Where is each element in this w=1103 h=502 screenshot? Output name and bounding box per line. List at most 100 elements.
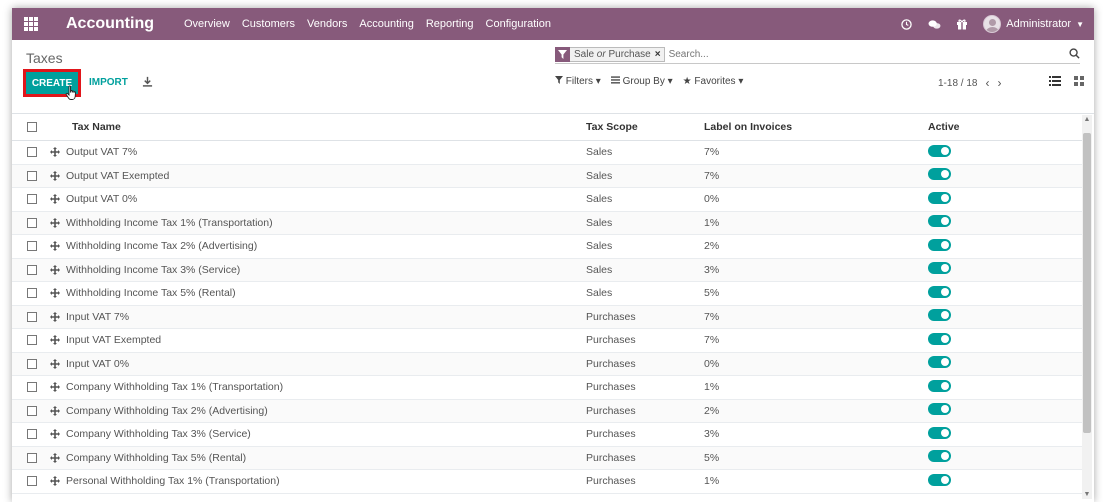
table-row[interactable]: Input VAT Exempted Purchases 7% <box>12 329 1082 353</box>
cell-tax-name[interactable]: Output VAT Exempted <box>62 170 586 182</box>
table-row[interactable]: Company Withholding Tax 2% (Advertising)… <box>12 399 1082 423</box>
row-checkbox[interactable] <box>27 405 37 416</box>
pager-previous-icon[interactable]: ‹ <box>985 76 989 90</box>
cell-tax-name[interactable]: Withholding Income Tax 2% (Advertising) <box>62 240 586 252</box>
active-toggle[interactable] <box>928 450 951 463</box>
drag-handle-icon[interactable] <box>48 429 62 440</box>
row-checkbox[interactable] <box>27 335 37 346</box>
cell-tax-scope[interactable]: Purchases <box>586 428 704 440</box>
drag-handle-icon[interactable] <box>48 241 62 252</box>
row-checkbox[interactable] <box>27 170 37 181</box>
row-checkbox[interactable] <box>27 147 37 158</box>
activity-clock-icon[interactable] <box>899 17 913 31</box>
drag-handle-icon[interactable] <box>48 288 62 299</box>
table-row[interactable]: Output VAT 0% Sales 0% <box>12 188 1082 212</box>
user-menu[interactable]: Administrator ▼ <box>983 15 1084 33</box>
cell-label-on-invoices[interactable]: 0% <box>704 358 928 370</box>
import-button[interactable]: IMPORT <box>89 77 128 88</box>
scroll-up-icon[interactable]: ▲ <box>1082 116 1092 123</box>
table-row[interactable]: Company Withholding Tax 3% (Service) Purc… <box>12 423 1082 447</box>
cell-label-on-invoices[interactable]: 7% <box>704 146 928 158</box>
active-toggle[interactable] <box>928 144 951 157</box>
list-view-icon[interactable] <box>1048 74 1062 88</box>
cell-label-on-invoices[interactable]: 3% <box>704 428 928 440</box>
favorites-dropdown[interactable]: ★ Favorites ▾ <box>683 76 744 87</box>
cell-label-on-invoices[interactable]: 0% <box>704 193 928 205</box>
menu-accounting[interactable]: Accounting <box>359 18 413 30</box>
search-facet[interactable]: Sale or Purchase × <box>555 46 665 62</box>
cell-label-on-invoices[interactable]: 5% <box>704 287 928 299</box>
cell-label-on-invoices[interactable]: 1% <box>704 475 928 487</box>
table-row[interactable]: Output VAT 7% Sales 7% <box>12 141 1082 165</box>
drag-handle-icon[interactable] <box>48 452 62 463</box>
header-tax-scope[interactable]: Tax Scope <box>586 121 704 133</box>
drag-handle-icon[interactable] <box>48 194 62 205</box>
row-checkbox[interactable] <box>27 194 37 205</box>
cell-label-on-invoices[interactable]: 7% <box>704 334 928 346</box>
menu-reporting[interactable]: Reporting <box>426 18 474 30</box>
active-toggle[interactable] <box>928 426 951 439</box>
table-row[interactable]: Company Withholding Tax 5% (Rental) Purch… <box>12 446 1082 470</box>
row-checkbox[interactable] <box>27 311 37 322</box>
table-row[interactable]: Input VAT 7% Purchases 7% <box>12 305 1082 329</box>
row-checkbox[interactable] <box>27 217 37 228</box>
drag-handle-icon[interactable] <box>48 147 62 158</box>
table-row[interactable]: Input VAT 0% Purchases 0% <box>12 352 1082 376</box>
active-toggle[interactable] <box>928 215 951 228</box>
drag-handle-icon[interactable] <box>48 335 62 346</box>
table-row[interactable]: Output VAT Exempted Sales 7% <box>12 164 1082 188</box>
drag-handle-icon[interactable] <box>48 405 62 416</box>
cell-tax-scope[interactable]: Sales <box>586 193 704 205</box>
active-toggle[interactable] <box>928 309 951 322</box>
row-checkbox[interactable] <box>27 382 37 393</box>
row-checkbox[interactable] <box>27 452 37 463</box>
menu-vendors[interactable]: Vendors <box>307 18 347 30</box>
cell-tax-name[interactable]: Company Withholding Tax 1% (Transportati… <box>62 381 586 393</box>
active-toggle[interactable] <box>928 403 951 416</box>
download-icon[interactable] <box>142 76 153 90</box>
drag-handle-icon[interactable] <box>48 264 62 275</box>
table-row[interactable]: Company Withholding Tax 1% (Transportati… <box>12 376 1082 400</box>
row-checkbox[interactable] <box>27 476 37 487</box>
cell-tax-scope[interactable]: Purchases <box>586 381 704 393</box>
cell-label-on-invoices[interactable]: 3% <box>704 264 928 276</box>
cell-tax-name[interactable]: Company Withholding Tax 2% (Advertising) <box>62 405 586 417</box>
chat-bubbles-icon[interactable] <box>927 17 941 31</box>
active-toggle[interactable] <box>928 262 951 275</box>
active-toggle[interactable] <box>928 332 951 345</box>
cell-label-on-invoices[interactable]: 1% <box>704 217 928 229</box>
cell-tax-scope[interactable]: Purchases <box>586 311 704 323</box>
drag-handle-icon[interactable] <box>48 476 62 487</box>
search-icon[interactable] <box>1069 48 1080 62</box>
pager-value[interactable]: 1-18 / 18 <box>938 78 977 89</box>
row-checkbox[interactable] <box>27 358 37 369</box>
app-title[interactable]: Accounting <box>66 15 154 33</box>
table-row[interactable]: Withholding Income Tax 5% (Rental) Sales 5… <box>12 282 1082 306</box>
table-row[interactable]: Withholding Income Tax 3% (Service) Sales… <box>12 258 1082 282</box>
cell-tax-scope[interactable]: Sales <box>586 240 704 252</box>
table-row[interactable]: Withholding Income Tax 2% (Advertising) S… <box>12 235 1082 259</box>
cell-tax-scope[interactable]: Purchases <box>586 452 704 464</box>
cell-tax-scope[interactable]: Purchases <box>586 334 704 346</box>
cell-tax-scope[interactable]: Sales <box>586 217 704 229</box>
search-input[interactable] <box>668 49 1080 60</box>
cell-tax-name[interactable]: Input VAT 7% <box>62 311 586 323</box>
menu-customers[interactable]: Customers <box>242 18 295 30</box>
cell-label-on-invoices[interactable]: 2% <box>704 405 928 417</box>
cell-label-on-invoices[interactable]: 5% <box>704 452 928 464</box>
cell-label-on-invoices[interactable]: 1% <box>704 381 928 393</box>
active-toggle[interactable] <box>928 191 951 204</box>
facet-remove-icon[interactable]: × <box>655 49 664 60</box>
table-row[interactable]: Withholding Income Tax 1% (Transportatio… <box>12 211 1082 235</box>
row-checkbox[interactable] <box>27 429 37 440</box>
cell-tax-name[interactable]: Output VAT 7% <box>62 146 586 158</box>
active-toggle[interactable] <box>928 285 951 298</box>
cell-tax-scope[interactable]: Purchases <box>586 358 704 370</box>
drag-handle-icon[interactable] <box>48 311 62 322</box>
row-checkbox[interactable] <box>27 241 37 252</box>
header-tax-name[interactable]: Tax Name <box>48 121 586 133</box>
menu-configuration[interactable]: Configuration <box>486 18 551 30</box>
cell-tax-name[interactable]: Input VAT 0% <box>62 358 586 370</box>
active-toggle[interactable] <box>928 473 951 486</box>
select-all-checkbox[interactable] <box>27 122 37 132</box>
